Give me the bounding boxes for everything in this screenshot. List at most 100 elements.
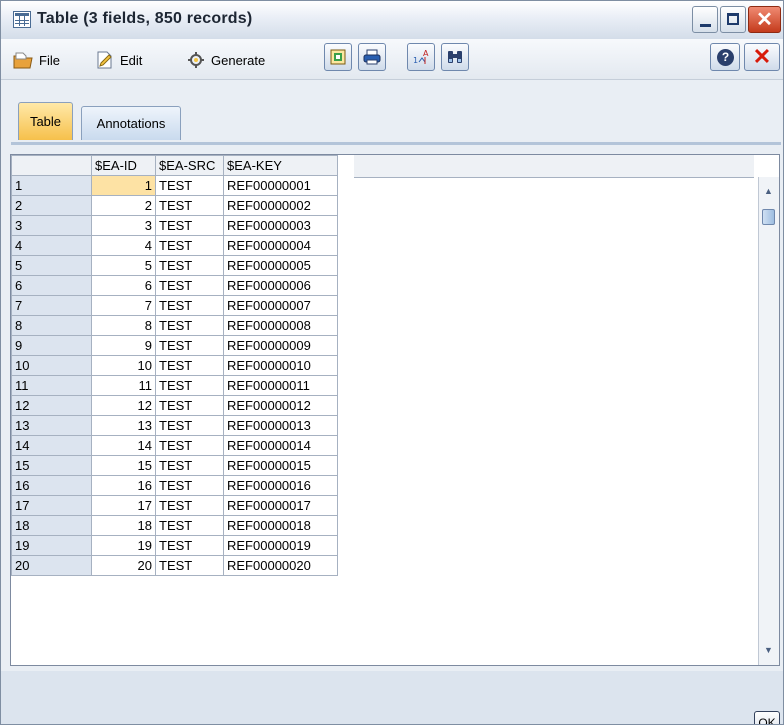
cell-ea-key[interactable]: REF00000019	[223, 535, 338, 556]
row-header[interactable]: 9	[11, 335, 92, 356]
cell-ea-key[interactable]: REF00000006	[223, 275, 338, 296]
cell-ea-id[interactable]: 4	[91, 235, 156, 256]
table-row[interactable]: 7 7 TEST REF00000007	[11, 295, 338, 316]
row-header[interactable]: 8	[11, 315, 92, 336]
row-header[interactable]: 7	[11, 295, 92, 316]
cell-ea-id[interactable]: 10	[91, 355, 156, 376]
cell-ea-src[interactable]: TEST	[155, 295, 224, 316]
cell-ea-key[interactable]: REF00000008	[223, 315, 338, 336]
row-header[interactable]: 13	[11, 415, 92, 436]
row-header[interactable]: 3	[11, 215, 92, 236]
row-header[interactable]: 19	[11, 535, 92, 556]
cell-ea-key[interactable]: REF00000007	[223, 295, 338, 316]
find-button[interactable]	[441, 43, 469, 71]
table-row[interactable]: 20 20 TEST REF00000020	[11, 555, 338, 576]
tab-table[interactable]: Table	[18, 102, 73, 140]
cell-ea-key[interactable]: REF00000001	[223, 175, 338, 196]
row-header[interactable]: 4	[11, 235, 92, 256]
edit-menu[interactable]: Edit	[96, 50, 142, 70]
cell-ea-src[interactable]: TEST	[155, 535, 224, 556]
generate-menu[interactable]: Generate	[187, 50, 265, 70]
data-grid[interactable]: $EA-ID $EA-SRC $EA-KEY 1 1 TEST REF00000001…	[10, 154, 780, 666]
cell-ea-id[interactable]: 7	[91, 295, 156, 316]
cell-ea-src[interactable]: TEST	[155, 275, 224, 296]
cell-ea-key[interactable]: REF00000013	[223, 415, 338, 436]
table-row[interactable]: 6 6 TEST REF00000006	[11, 275, 338, 296]
title-bar[interactable]: Table (3 fields, 850 records) ✕	[1, 1, 783, 40]
ok-button[interactable]: OK	[754, 711, 780, 724]
table-row[interactable]: 3 3 TEST REF00000003	[11, 215, 338, 236]
table-row[interactable]: 9 9 TEST REF00000009	[11, 335, 338, 356]
cell-ea-id[interactable]: 1	[91, 175, 156, 196]
table-row[interactable]: 8 8 TEST REF00000008	[11, 315, 338, 336]
row-header[interactable]: 11	[11, 375, 92, 396]
cell-ea-src[interactable]: TEST	[155, 355, 224, 376]
cell-ea-src[interactable]: TEST	[155, 195, 224, 216]
export-button[interactable]	[324, 43, 352, 71]
table-row[interactable]: 18 18 TEST REF00000018	[11, 515, 338, 536]
cell-ea-id[interactable]: 19	[91, 535, 156, 556]
cell-ea-key[interactable]: REF00000018	[223, 515, 338, 536]
cell-ea-id[interactable]: 2	[91, 195, 156, 216]
row-header[interactable]: 5	[11, 255, 92, 276]
row-header[interactable]: 1	[11, 175, 92, 196]
minimize-button[interactable]	[692, 6, 718, 33]
cell-ea-id[interactable]: 18	[91, 515, 156, 536]
table-row[interactable]: 17 17 TEST REF00000017	[11, 495, 338, 516]
cell-ea-key[interactable]: REF00000014	[223, 435, 338, 456]
scroll-up-icon[interactable]: ▲	[761, 184, 776, 199]
row-header[interactable]: 12	[11, 395, 92, 416]
row-header[interactable]: 14	[11, 435, 92, 456]
cell-ea-id[interactable]: 11	[91, 375, 156, 396]
window-close-button[interactable]: ✕	[748, 6, 781, 33]
cell-ea-id[interactable]: 12	[91, 395, 156, 416]
table-row[interactable]: 11 11 TEST REF00000011	[11, 375, 338, 396]
scroll-thumb[interactable]	[762, 209, 775, 225]
cell-ea-id[interactable]: 5	[91, 255, 156, 276]
cell-ea-src[interactable]: TEST	[155, 255, 224, 276]
cell-ea-id[interactable]: 20	[91, 555, 156, 576]
table-row[interactable]: 14 14 TEST REF00000014	[11, 435, 338, 456]
cell-ea-src[interactable]: TEST	[155, 315, 224, 336]
cell-ea-src[interactable]: TEST	[155, 235, 224, 256]
cell-ea-src[interactable]: TEST	[155, 455, 224, 476]
cell-ea-id[interactable]: 8	[91, 315, 156, 336]
cell-ea-key[interactable]: REF00000002	[223, 195, 338, 216]
row-header[interactable]: 16	[11, 475, 92, 496]
table-row[interactable]: 12 12 TEST REF00000012	[11, 395, 338, 416]
cell-ea-key[interactable]: REF00000015	[223, 455, 338, 476]
cell-ea-key[interactable]: REF00000020	[223, 555, 338, 576]
cell-ea-key[interactable]: REF00000012	[223, 395, 338, 416]
cell-ea-src[interactable]: TEST	[155, 215, 224, 236]
print-button[interactable]	[358, 43, 386, 71]
cell-ea-src[interactable]: TEST	[155, 475, 224, 496]
cell-ea-key[interactable]: REF00000004	[223, 235, 338, 256]
row-header[interactable]: 10	[11, 355, 92, 376]
table-row[interactable]: 4 4 TEST REF00000004	[11, 235, 338, 256]
row-number-header[interactable]	[11, 155, 92, 176]
row-header[interactable]: 15	[11, 455, 92, 476]
cell-ea-id[interactable]: 15	[91, 455, 156, 476]
table-row[interactable]: 15 15 TEST REF00000015	[11, 455, 338, 476]
cell-ea-src[interactable]: TEST	[155, 175, 224, 196]
vertical-scrollbar[interactable]: ▲ ▼	[758, 177, 779, 665]
cell-ea-key[interactable]: REF00000011	[223, 375, 338, 396]
cell-ea-src[interactable]: TEST	[155, 435, 224, 456]
table-row[interactable]: 10 10 TEST REF00000010	[11, 355, 338, 376]
column-header-ea-id[interactable]: $EA-ID	[91, 155, 156, 176]
table-row[interactable]: 5 5 TEST REF00000005	[11, 255, 338, 276]
cell-ea-key[interactable]: REF00000003	[223, 215, 338, 236]
sort-button[interactable]: 1A	[407, 43, 435, 71]
cell-ea-src[interactable]: TEST	[155, 395, 224, 416]
tab-annotations[interactable]: Annotations	[81, 106, 181, 140]
cell-ea-id[interactable]: 16	[91, 475, 156, 496]
row-header[interactable]: 20	[11, 555, 92, 576]
cell-ea-id[interactable]: 6	[91, 275, 156, 296]
cell-ea-id[interactable]: 9	[91, 335, 156, 356]
cell-ea-src[interactable]: TEST	[155, 415, 224, 436]
column-header-ea-key[interactable]: $EA-KEY	[223, 155, 338, 176]
cell-ea-src[interactable]: TEST	[155, 375, 224, 396]
cell-ea-key[interactable]: REF00000005	[223, 255, 338, 276]
cell-ea-src[interactable]: TEST	[155, 515, 224, 536]
file-menu[interactable]: File	[13, 50, 60, 70]
